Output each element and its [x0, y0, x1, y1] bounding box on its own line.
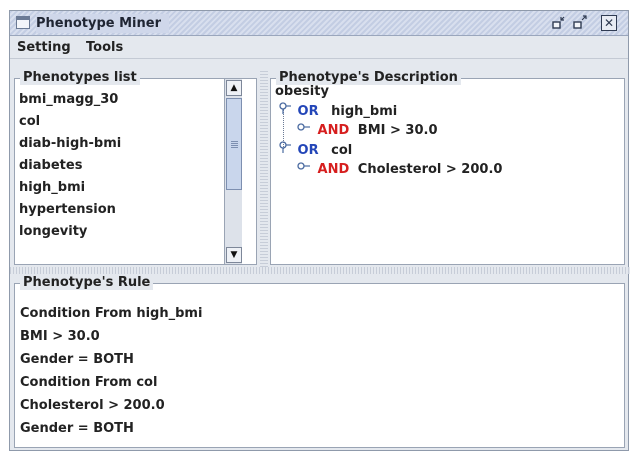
rule-line: Cholesterol > 200.0 — [20, 398, 165, 413]
close-button[interactable]: ✕ — [601, 15, 617, 31]
list-item[interactable]: longevity — [19, 224, 87, 239]
rule-line: Gender = BOTH — [20, 421, 134, 436]
description-frame: obesity OR high_bmi AND BMI > 30.0 OR co… — [270, 78, 625, 265]
rule-title: Phenotype's Rule — [20, 275, 154, 290]
tree-root-label[interactable]: obesity — [275, 84, 329, 99]
rule-line: Condition From col — [20, 375, 158, 390]
tree-node-label: Cholesterol > 200.0 — [357, 162, 503, 177]
description-panel: obesity OR high_bmi AND BMI > 30.0 OR co… — [270, 69, 625, 265]
arrow-down-icon: ▼ — [230, 250, 238, 260]
tree-node-label: col — [331, 143, 353, 158]
description-title: Phenotype's Description — [276, 70, 461, 85]
phenotypes-list-title: Phenotypes list — [20, 70, 140, 85]
scrollbar-thumb[interactable] — [226, 98, 242, 190]
vertical-split-divider[interactable] — [260, 69, 268, 267]
menu-bar: Setting Tools — [10, 37, 628, 59]
app-window: Phenotype Miner ✕ Setting Tools bmi_magg… — [9, 10, 630, 451]
list-item[interactable]: hypertension — [19, 202, 116, 217]
tree-node-and[interactable]: AND BMI > 30.0 — [297, 120, 438, 138]
window-icon — [16, 16, 30, 29]
rule-line: Condition From high_bmi — [20, 306, 203, 321]
phenotypes-list-panel: bmi_magg_30 col diab-high-bmi diabetes h… — [14, 69, 257, 265]
or-operator: OR — [297, 143, 319, 158]
rule-line: BMI > 30.0 — [20, 329, 100, 344]
maximize-button[interactable] — [572, 15, 588, 31]
minimize-icon — [552, 16, 565, 29]
arrow-up-icon: ▲ — [230, 83, 238, 93]
menu-tools[interactable]: Tools — [86, 40, 123, 55]
close-icon: ✕ — [603, 16, 615, 30]
tree-node-or[interactable]: OR col — [277, 140, 352, 158]
minimize-button[interactable] — [551, 15, 567, 31]
list-item[interactable]: high_bmi — [19, 180, 85, 195]
phenotypes-list-frame: bmi_magg_30 col diab-high-bmi diabetes h… — [14, 78, 257, 265]
rule-frame[interactable]: Condition From high_bmi BMI > 30.0 Gende… — [14, 283, 625, 448]
tree-node-and[interactable]: AND Cholesterol > 200.0 — [297, 159, 502, 177]
tree-node-label: high_bmi — [331, 104, 398, 119]
grip-icon — [231, 141, 238, 148]
phenotypes-listbox[interactable]: bmi_magg_30 col diab-high-bmi diabetes h… — [15, 79, 224, 264]
phenotypes-scrollbar[interactable]: ▲ ▼ — [224, 79, 242, 264]
scroll-down-button[interactable]: ▼ — [226, 247, 242, 263]
and-operator: AND — [317, 162, 350, 177]
tree-node-or[interactable]: OR high_bmi — [277, 101, 397, 119]
maximize-icon — [573, 15, 587, 29]
expanded-handle-icon[interactable] — [277, 140, 293, 157]
rule-line: Gender = BOTH — [20, 352, 134, 367]
title-bar[interactable]: Phenotype Miner ✕ — [10, 11, 628, 36]
list-item[interactable]: diab-high-bmi — [19, 136, 121, 151]
rule-panel: Condition From high_bmi BMI > 30.0 Gende… — [14, 274, 625, 448]
scroll-up-button[interactable]: ▲ — [226, 80, 242, 96]
list-item[interactable]: bmi_magg_30 — [19, 92, 118, 107]
leaf-handle-icon — [297, 120, 313, 137]
window-title: Phenotype Miner — [36, 14, 169, 33]
list-item[interactable]: col — [19, 114, 40, 129]
and-operator: AND — [317, 123, 350, 138]
leaf-handle-icon — [297, 159, 313, 176]
list-item[interactable]: diabetes — [19, 158, 82, 173]
menu-setting[interactable]: Setting — [17, 40, 71, 55]
tree-node-label: BMI > 30.0 — [357, 123, 438, 138]
horizontal-split-divider[interactable] — [10, 267, 630, 274]
expanded-handle-icon[interactable] — [277, 101, 293, 118]
or-operator: OR — [297, 104, 319, 119]
